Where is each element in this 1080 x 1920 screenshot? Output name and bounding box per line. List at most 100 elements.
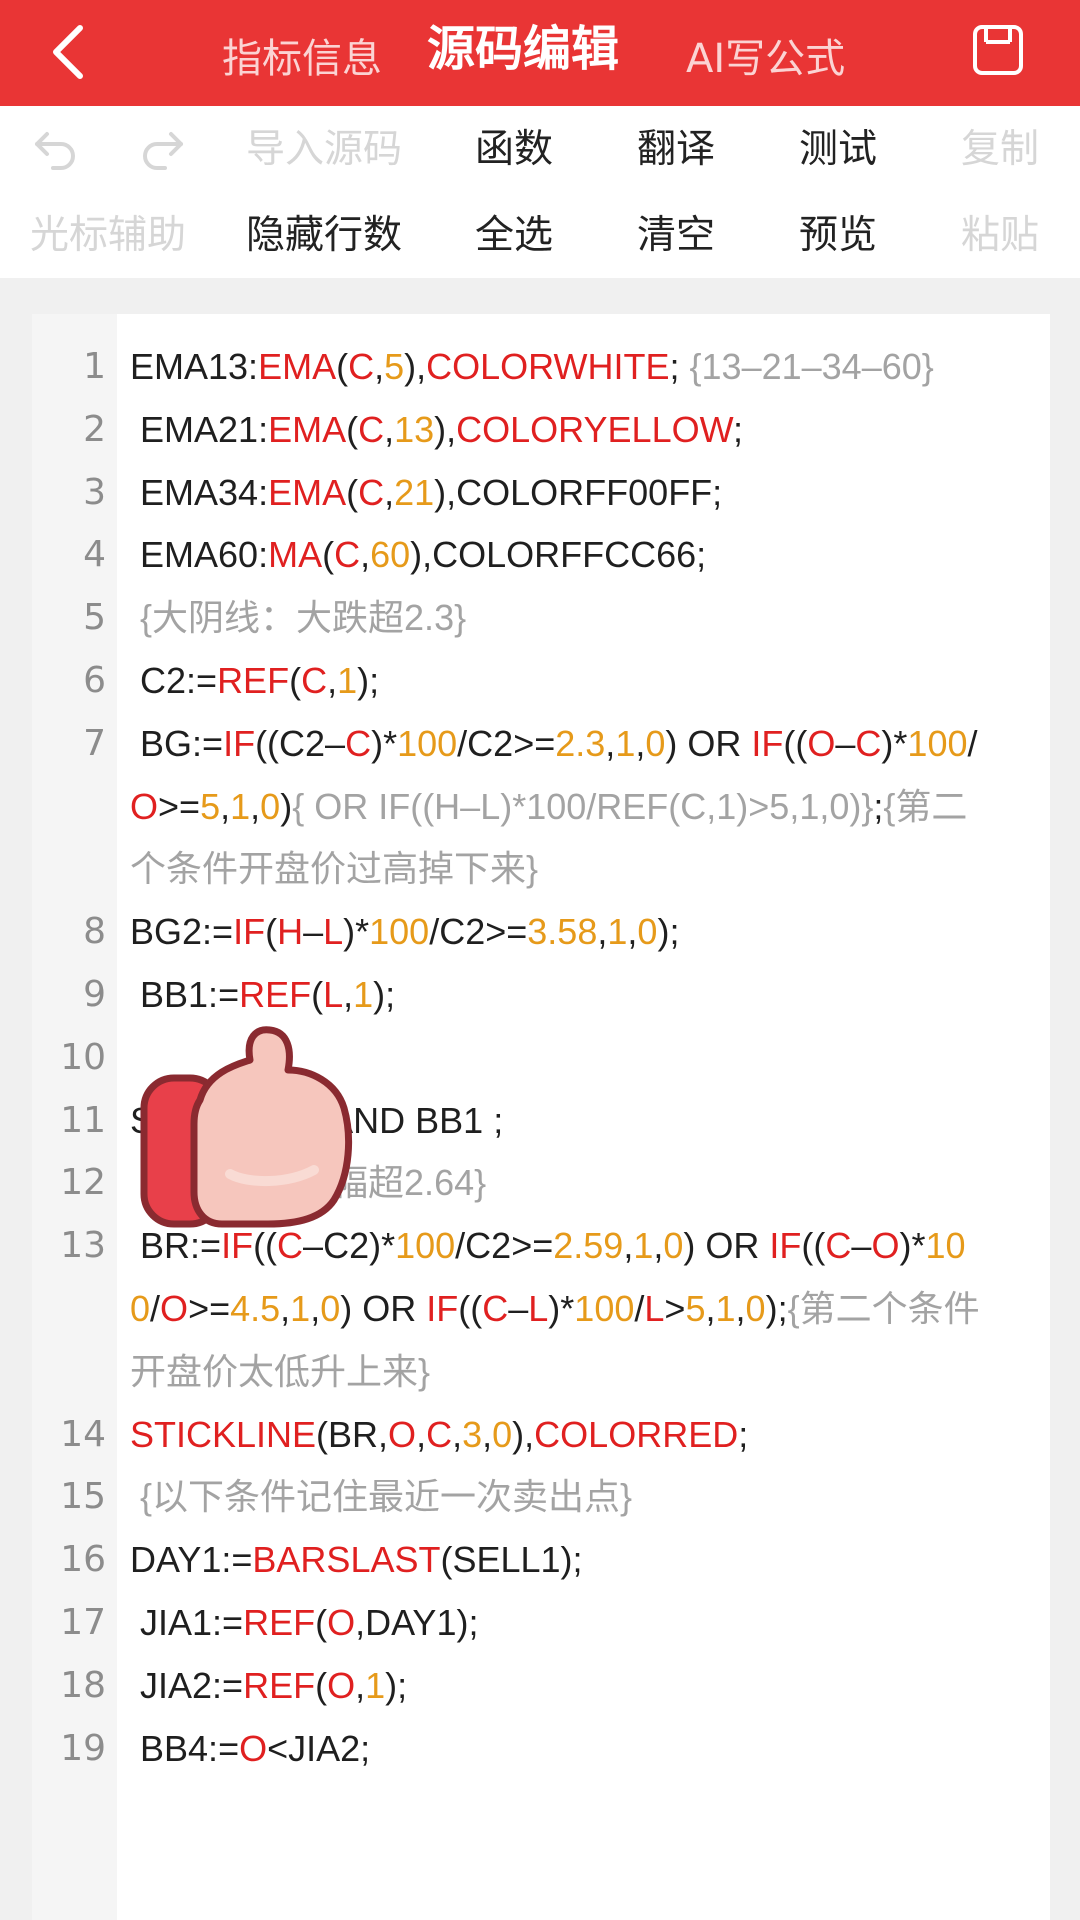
- keyword-token: IF: [426, 1287, 459, 1329]
- number-token: 1: [615, 722, 636, 764]
- text-token: ,: [374, 346, 385, 387]
- text-token: );: [385, 1664, 408, 1706]
- keyword-token: C: [345, 722, 372, 764]
- text-token: ((: [458, 1287, 483, 1329]
- code-line[interactable]: 8 BG2:=IF(H–L)*100/C2>=3.58,1,0);: [32, 901, 1050, 964]
- code-line[interactable]: 9 BB1:=REF(L,1);: [32, 964, 1050, 1027]
- cursor-assist-button[interactable]: 光标辅助: [30, 196, 186, 276]
- text-token: JIA1:=: [130, 1601, 244, 1643]
- text-token: ((C2–: [255, 722, 346, 764]
- undo-icon[interactable]: [33, 126, 79, 170]
- text-token: C2:=: [130, 659, 218, 701]
- code-line[interactable]: 4 EMA60:MA(C,60),COLORFFCC66;: [32, 524, 1050, 587]
- number-token: 0: [492, 1413, 513, 1455]
- text-token: (: [311, 973, 324, 1015]
- keyword-token: O: [871, 1225, 900, 1267]
- line-number: 11: [60, 1099, 106, 1141]
- paste-button[interactable]: 粘贴: [961, 196, 1039, 276]
- keyword-token: O: [327, 1664, 356, 1706]
- clear-button[interactable]: 清空: [637, 196, 715, 276]
- number-token: 1: [337, 659, 358, 701]
- code-text: STICKLINE(BR,O,C,3,0),COLORRED;: [130, 1404, 980, 1467]
- code-line[interactable]: 5 {大阴线：大跌超2.3}: [32, 587, 1050, 650]
- text-token: ,: [623, 1225, 634, 1267]
- code-line[interactable]: 2 EMA21:EMA(C,13),COLORYELLOW;: [32, 399, 1050, 462]
- text-token: ;: [732, 408, 743, 450]
- tab-ai-formula[interactable]: AI写公式: [686, 6, 845, 112]
- text-token: –: [508, 1287, 529, 1329]
- code-line[interactable]: 3 EMA34:EMA(C,21),COLORFF00FF;: [32, 462, 1050, 525]
- number-token: 1: [230, 785, 251, 827]
- select-all-button[interactable]: 全选: [475, 196, 553, 276]
- line-number: 8: [83, 911, 106, 953]
- text-token: ),: [512, 1413, 535, 1455]
- line-number: 17: [60, 1601, 106, 1643]
- number-token: 100: [369, 911, 430, 953]
- text-token: ) OR: [683, 1225, 770, 1267]
- keyword-token: O: [130, 785, 159, 827]
- line-number: 2: [83, 408, 106, 450]
- copy-button[interactable]: 复制: [961, 110, 1039, 190]
- text-token: ;: [738, 1413, 749, 1455]
- keyword-token: IF: [751, 722, 784, 764]
- code-line[interactable]: 1 EMA13:EMA(C,5),COLORWHITE; {13–21–34–60…: [32, 336, 1050, 399]
- text-token: /: [634, 1287, 645, 1329]
- text-token: >=: [158, 785, 201, 827]
- text-token: ,: [250, 785, 261, 827]
- function-button[interactable]: 函数: [475, 110, 553, 190]
- text-token: );: [357, 659, 380, 701]
- text-token: );: [373, 973, 396, 1015]
- keyword-token: O: [160, 1287, 189, 1329]
- text-token: ),COLORFF00FF;: [434, 471, 723, 513]
- line-number: 14: [60, 1413, 106, 1455]
- code-line[interactable]: 15 {以下条件记住最近一次卖出点}: [32, 1466, 1050, 1529]
- text-token: (: [336, 346, 349, 387]
- import-source-button[interactable]: 导入源码: [246, 110, 402, 190]
- keyword-token: C: [426, 1413, 453, 1455]
- text-token: /C2>=: [457, 722, 556, 764]
- text-token: ,: [220, 785, 231, 827]
- line-number: 5: [83, 597, 106, 639]
- text-token: ,: [482, 1413, 493, 1455]
- text-token: ,: [597, 911, 608, 953]
- code-line[interactable]: 14 STICKLINE(BR,O,C,3,0),COLORRED;: [32, 1404, 1050, 1467]
- keyword-token: O: [327, 1601, 356, 1643]
- number-token: 3.58: [527, 911, 598, 953]
- keyword-token: REF: [239, 973, 312, 1015]
- tab-source-edit[interactable]: 源码编辑: [427, 0, 619, 102]
- text-token: ;: [873, 785, 884, 827]
- number-token: 100: [574, 1287, 635, 1329]
- code-line[interactable]: 13 BR:=IF((C–C2)*100/C2>=2.59,1,0) OR IF…: [32, 1215, 1050, 1403]
- comment-token: {以下条件记住最近一次卖出点}: [130, 1476, 633, 1518]
- translate-button[interactable]: 翻译: [637, 110, 715, 190]
- code-line[interactable]: 17 JIA1:=REF(O,DAY1);: [32, 1592, 1050, 1655]
- editor-toolbar: 导入源码 函数 翻译 测试 复制 光标辅助 隐藏行数 全选 清空 预览 粘贴: [0, 106, 1080, 278]
- code-line[interactable]: 6 C2:=REF(C,1);: [32, 650, 1050, 713]
- code-line[interactable]: 7 BG:=IF((C2–C)*100/C2>=2.3,1,0) OR IF((…: [32, 713, 1050, 901]
- code-line[interactable]: 19 BB4:=O<JIA2;: [32, 1718, 1050, 1781]
- preview-button[interactable]: 预览: [799, 196, 877, 276]
- redo-icon[interactable]: [139, 126, 185, 170]
- save-icon[interactable]: [972, 24, 1024, 76]
- number-token: 60: [370, 534, 411, 576]
- hide-line-numbers-button[interactable]: 隐藏行数: [246, 196, 402, 276]
- text-token: (SELL1);: [440, 1539, 583, 1581]
- keyword-token: C: [482, 1287, 509, 1329]
- code-text: {以下条件记住最近一次卖出点}: [130, 1466, 980, 1529]
- line-number: 1: [83, 346, 106, 387]
- keyword-token: O: [239, 1727, 268, 1769]
- test-button[interactable]: 测试: [799, 110, 877, 190]
- text-token: ,: [327, 659, 338, 701]
- back-chevron-icon[interactable]: [44, 22, 94, 82]
- code-line[interactable]: 18 JIA2:=REF(O,1);: [32, 1655, 1050, 1718]
- line-number: 18: [60, 1664, 106, 1706]
- number-token: 0: [663, 1225, 684, 1267]
- text-token: –: [303, 911, 324, 953]
- tab-indicator-info[interactable]: 指标信息: [222, 6, 382, 112]
- keyword-token: C: [301, 659, 328, 701]
- line-number: 13: [60, 1225, 106, 1267]
- text-token: ,: [735, 1287, 746, 1329]
- code-line[interactable]: 16 DAY1:=BARSLAST(SELL1);: [32, 1529, 1050, 1592]
- keyword-token: COLORYELLOW: [456, 408, 733, 450]
- keyword-token: L: [528, 1287, 549, 1329]
